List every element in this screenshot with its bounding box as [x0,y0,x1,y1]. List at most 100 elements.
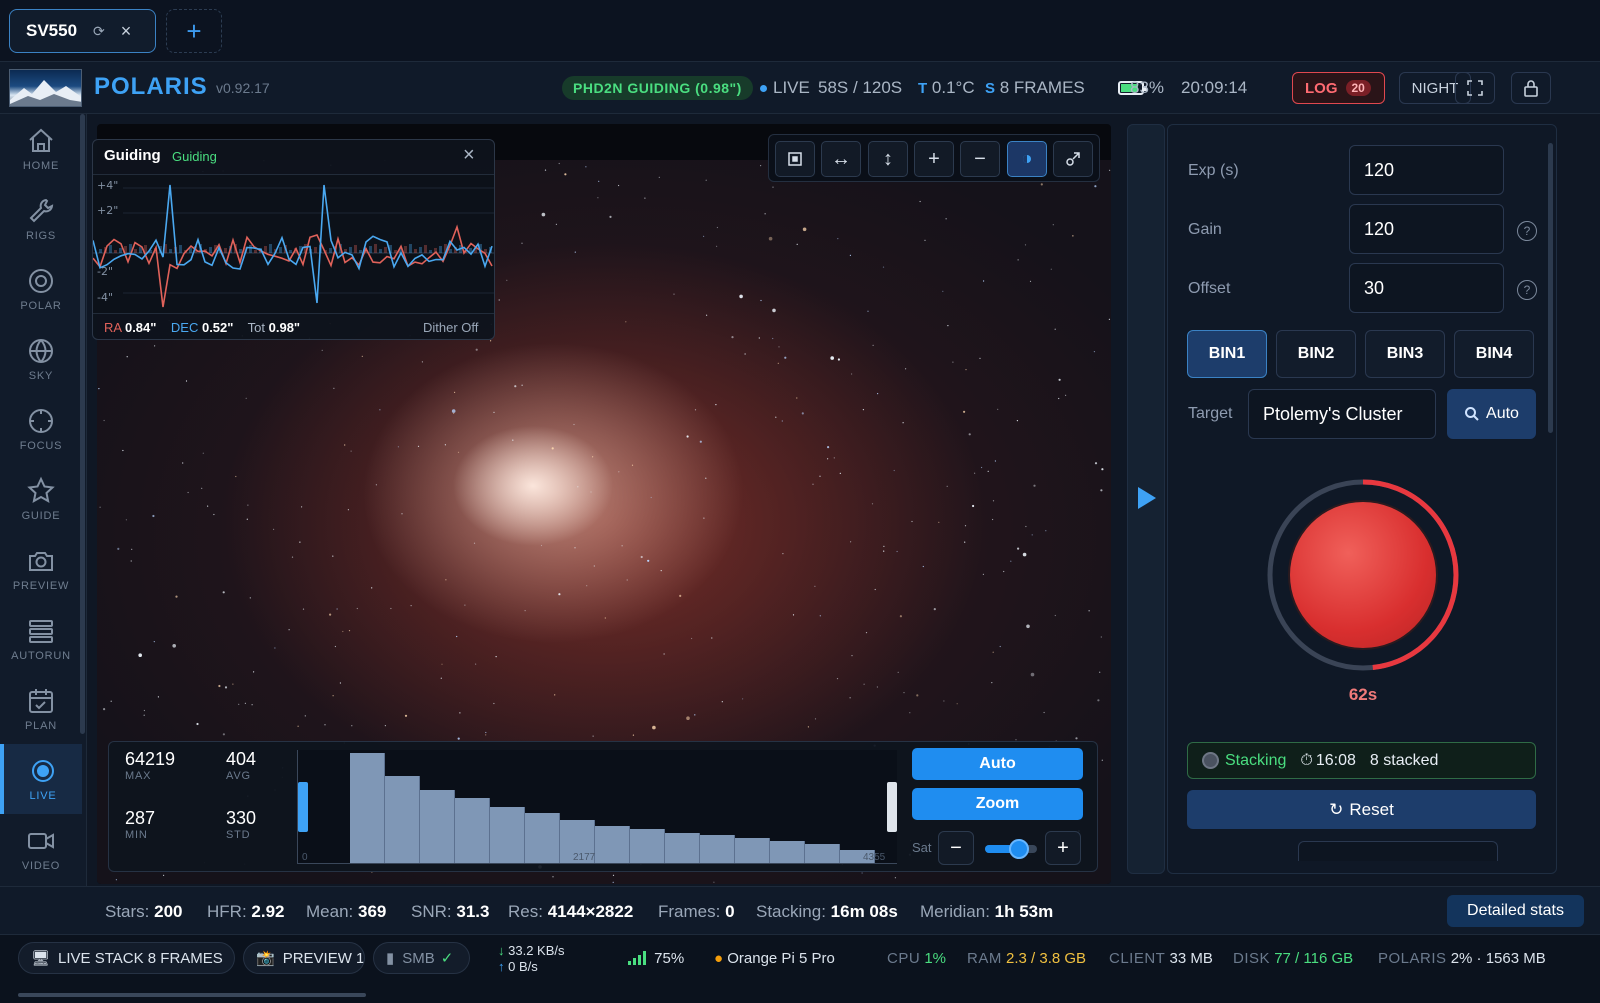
preview-task[interactable]: 📸 PREVIEW 1s [243,942,365,974]
star [453,412,455,414]
star [592,735,594,737]
histogram-bar [735,838,770,863]
star [495,656,497,658]
star-icon [27,476,55,503]
star [964,525,967,527]
star [992,518,994,521]
sidebar-item-polar[interactable]: POLAR [0,254,82,324]
saturation-knob[interactable] [1008,839,1029,859]
star [893,469,895,472]
bin4-button[interactable]: BIN4 [1454,330,1534,378]
log-button[interactable]: LOG 20 [1292,72,1385,104]
fit-width-button[interactable]: ↔ [821,141,861,177]
star [1109,169,1111,171]
smb-status[interactable]: ▮ SMB ✓ [373,942,470,974]
star [851,655,853,657]
check-icon: ✓ [440,950,454,967]
guiding-status-badge[interactable]: PHD2N GUIDING (0.98") [562,76,753,100]
fullscreen-button[interactable] [1455,72,1495,104]
star [792,614,795,616]
panel-scrollbar[interactable] [1548,143,1553,433]
sidebar-item-live[interactable]: LIVE [0,744,82,814]
up-rate: 0 B/s [508,959,538,974]
expand-button[interactable] [1053,141,1093,177]
help-icon[interactable]: ? [1517,221,1537,241]
stacking-label: Stacking [1225,751,1287,769]
capture-button[interactable] [1290,502,1436,648]
star [574,251,576,253]
sidebar-item-guide[interactable]: GUIDE [0,464,82,534]
star [837,358,841,361]
histogram-bar [700,835,735,863]
star [1065,394,1067,396]
star [175,595,178,598]
add-tab-button[interactable]: + [166,9,222,53]
guiding-widget[interactable]: Guiding Guiding × +4" +2" -2" -4" RA 0.8… [92,139,495,340]
star [336,608,338,610]
star [332,555,334,557]
crosshair-toggle-button[interactable] [1007,141,1047,177]
sidebar-item-focus[interactable]: FOCUS [0,394,82,464]
star [1040,183,1043,186]
zoom-out-button[interactable]: − [960,141,1000,177]
tab-sv550[interactable]: SV550 ⟳ × [9,9,156,53]
bin1-button[interactable]: BIN1 [1187,330,1267,378]
star [758,337,760,339]
star [131,548,133,550]
star [1010,560,1012,562]
bin3-button[interactable]: BIN3 [1365,330,1445,378]
footer-scrollbar[interactable] [18,993,366,997]
polaris-label: POLARIS [1378,950,1447,967]
auto-target-button[interactable]: Auto [1447,389,1536,439]
sidebar-item-autorun[interactable]: AUTORUN [0,604,82,674]
gain-input[interactable]: 120 [1349,204,1504,254]
star [485,734,487,736]
reload-icon[interactable]: ⟳ [93,23,105,40]
sidebar-item-preview[interactable]: PREVIEW [0,534,82,604]
star [945,218,947,220]
sidebar-item-video[interactable]: VIDEO [0,814,82,884]
sidebar-item-sky[interactable]: SKY [0,324,82,394]
saturation-slider[interactable] [985,839,1037,859]
target-input[interactable]: Ptolemy's Cluster [1248,389,1436,439]
help-icon[interactable]: ? [1517,280,1537,300]
offset-input[interactable]: 30 [1349,263,1504,313]
star [1094,462,1098,465]
star [1054,328,1056,330]
correction-bar [99,249,102,253]
zoom-in-button[interactable]: + [914,141,954,177]
detailed-stats-button[interactable]: Detailed stats [1447,895,1584,927]
sidebar-item-home[interactable]: HOME [0,114,82,184]
live-stack-task[interactable]: 🖥 LIVE STACK 8 FRAMES [18,942,235,974]
black-point-handle[interactable] [298,782,308,832]
star [421,361,423,363]
saturation-increase-button[interactable]: + [1045,831,1081,865]
device-name: ● Orange Pi 5 Pro [714,950,835,967]
histogram[interactable]: 0 2177 4355 [297,750,897,864]
status-footer: 🖥 LIVE STACK 8 FRAMES 📸 PREVIEW 1s ▮ SMB… [0,934,1600,1003]
panel-collapse-strip[interactable] [1127,124,1165,874]
fit-height-button[interactable]: ↕ [868,141,908,177]
sidebar-item-plan[interactable]: PLAN [0,674,82,744]
lock-button[interactable] [1511,72,1551,104]
saturation-decrease-button[interactable]: − [938,831,974,865]
close-icon[interactable]: × [463,144,475,167]
histogram-bar [630,829,665,863]
reset-button[interactable]: ↻ Reset [1187,790,1536,829]
play-arrow-icon[interactable] [1138,487,1156,509]
sidebar-item-rigs[interactable]: RIGS [0,184,82,254]
star [1097,699,1100,702]
search-icon [1465,407,1479,421]
exposure-input[interactable]: 120 [1349,145,1504,195]
star [987,470,989,472]
white-point-handle[interactable] [887,782,897,832]
close-icon[interactable]: × [121,21,132,42]
zoom-button[interactable]: Zoom [912,788,1083,820]
fullscreen-icon [1467,80,1483,96]
polaris-stat: POLARIS 2% · 1563 MB [1378,950,1546,967]
bin2-button[interactable]: BIN2 [1276,330,1356,378]
saturation-label: Sat [912,840,932,855]
auto-stretch-button[interactable]: Auto [912,748,1083,780]
ra-label: RA [104,320,122,335]
fit-button[interactable] [775,141,815,177]
